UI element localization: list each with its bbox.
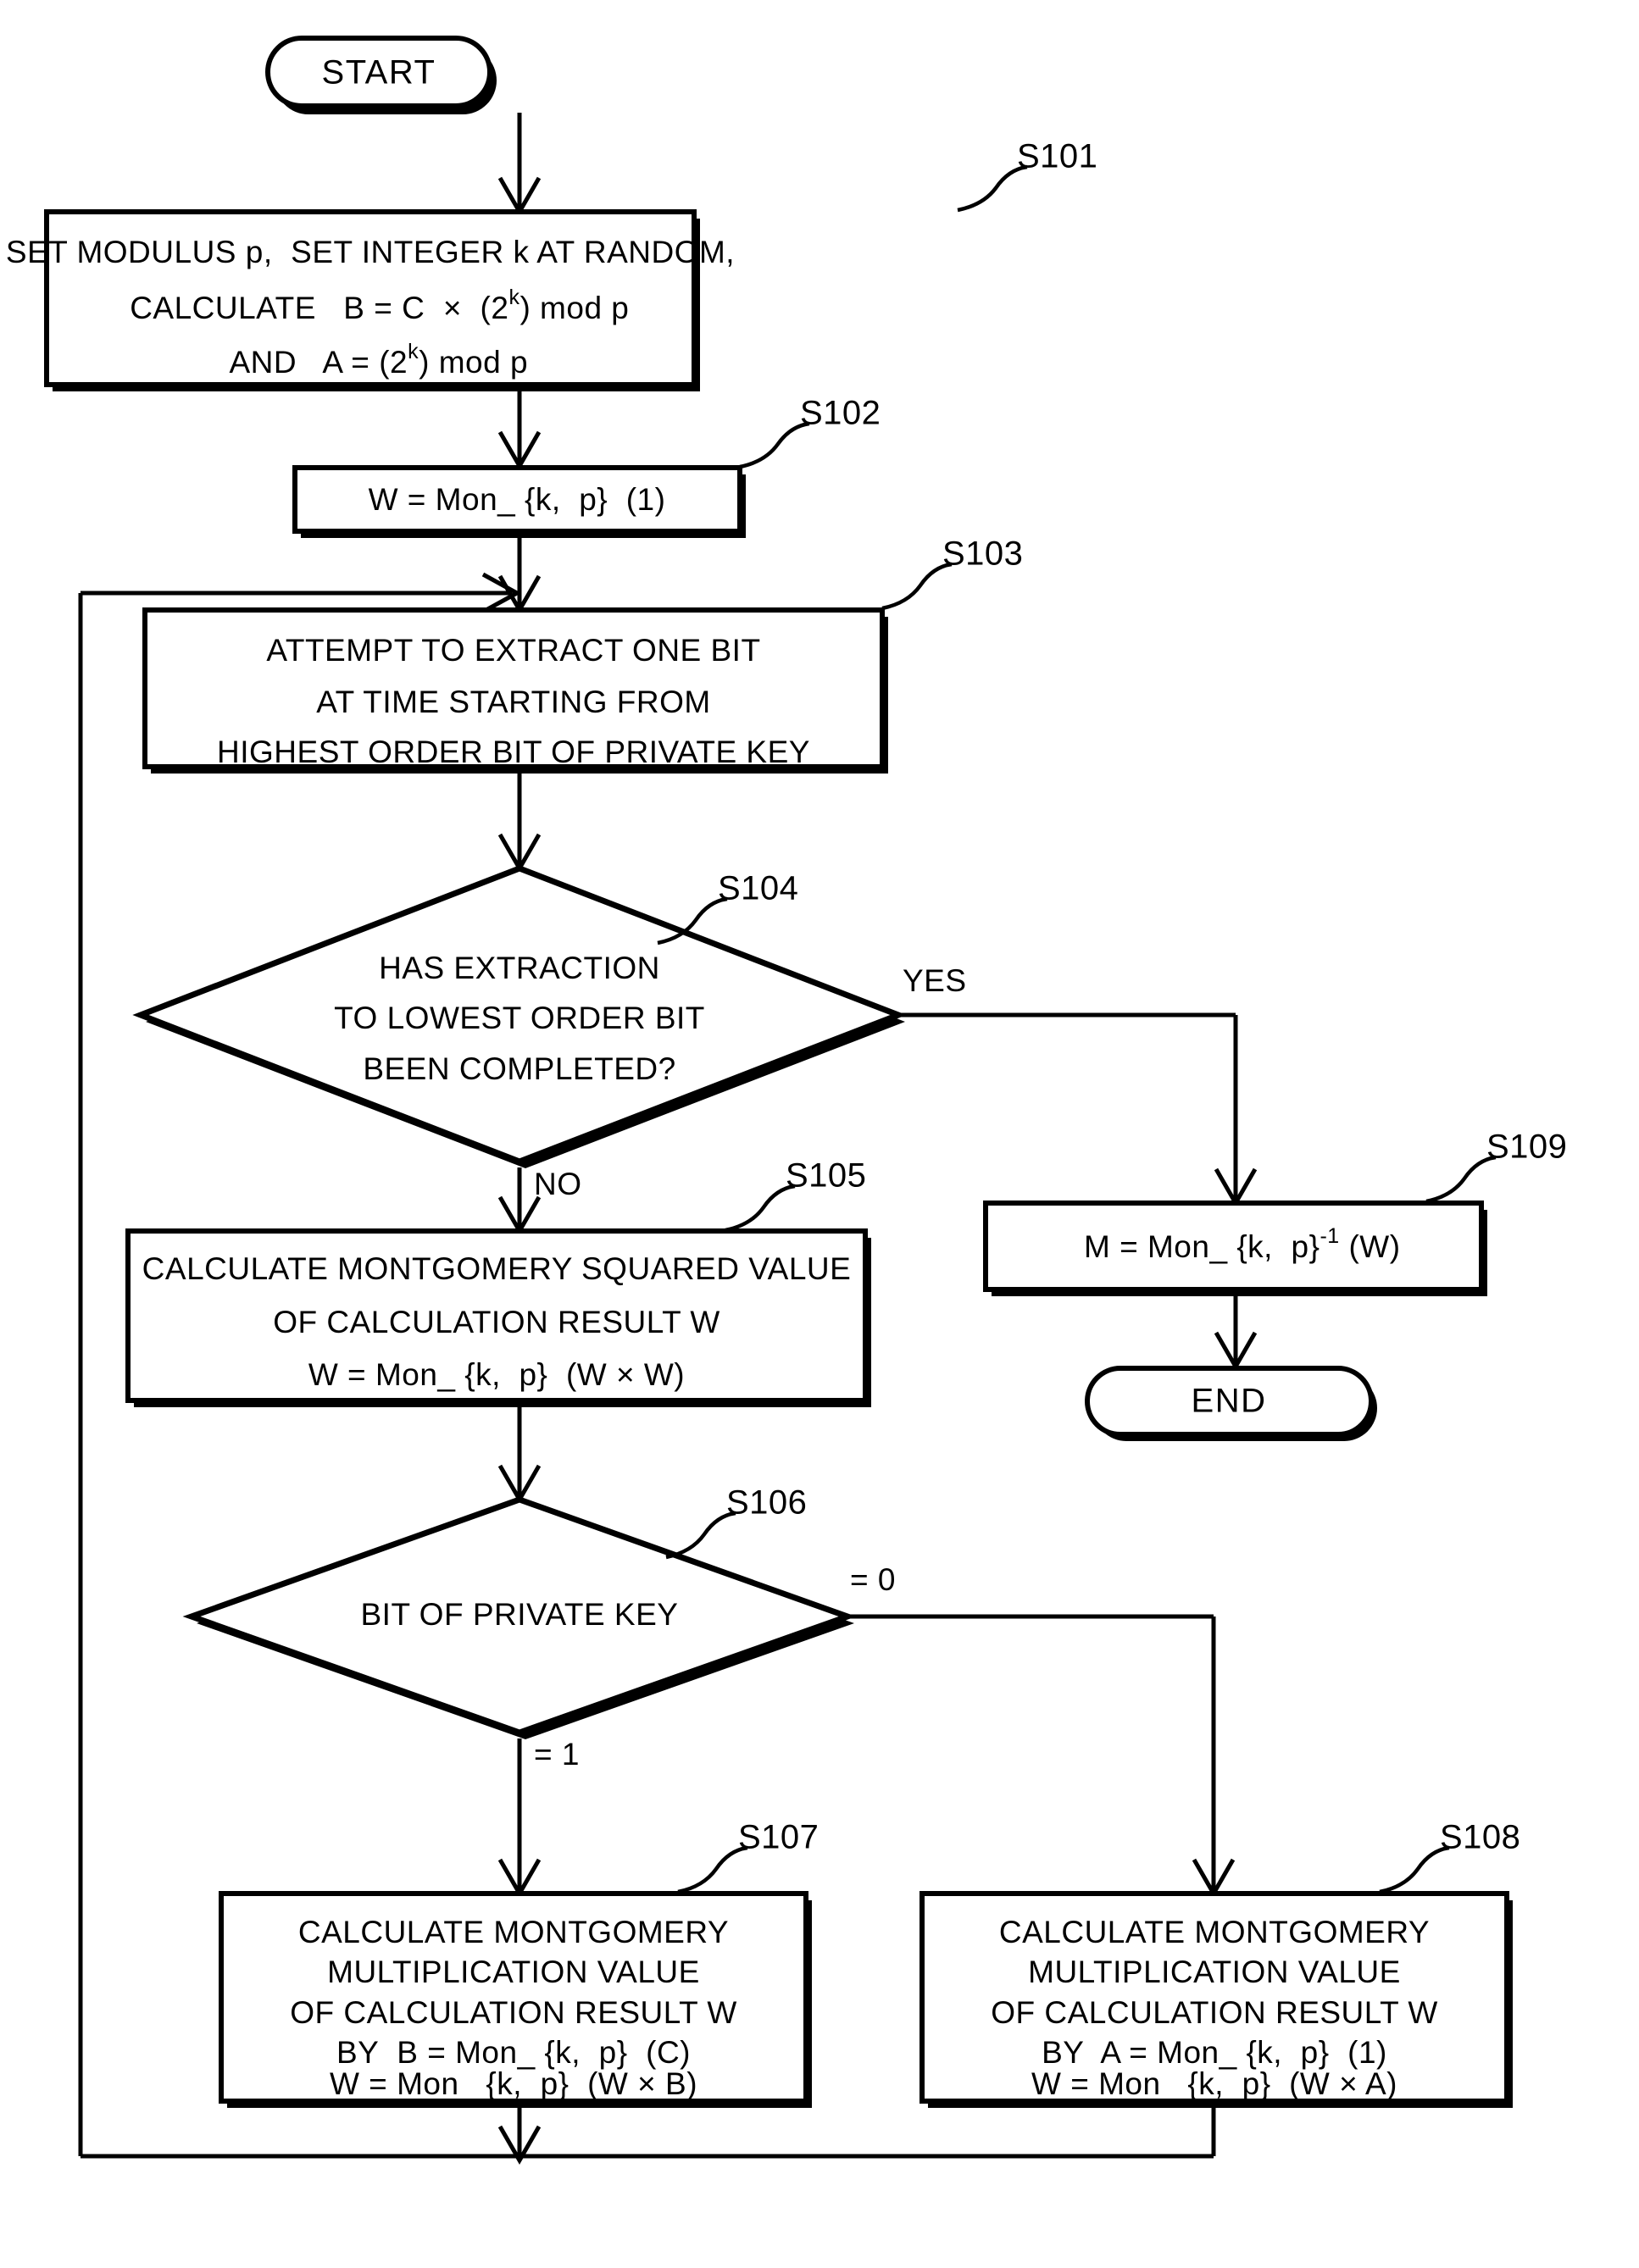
connector-s105-to-s106 [497,1406,542,1505]
terminal-end: END [1085,1366,1377,1441]
ref-label-s108: S108 [1379,1819,1520,1894]
ref-label-s102: S102 [739,395,881,469]
node-s104-line-3: BEEN COMPLETED? [363,1051,675,1086]
edge-label-no: NO [534,1167,582,1201]
node-s101-line-2b: ) mod p [519,291,629,325]
node-s109-line-a: M = Mon_ {k, p} [1084,1229,1320,1264]
node-s107-line-1: CALCULATE MONTGOMERY [298,1915,729,1949]
node-s105-line-3: W = Mon_ {k, p} (W × W) [308,1357,685,1392]
node-s108-line-2: MULTIPLICATION VALUE [1028,1955,1401,1989]
connector-s108-to-loop [519,2101,1216,2159]
connector-s104-yes-to-s109 [898,1012,1258,1208]
node-s103-line-2: AT TIME STARTING FROM [316,685,710,719]
node-s109-superscript: -1 [1320,1224,1339,1248]
ref-label-s106: S106 [665,1484,807,1560]
ref-label-s106-text: S106 [726,1484,807,1522]
ref-label-s107: S107 [677,1819,819,1894]
node-s105-line-1: CALCULATE MONTGOMERY SQUARED VALUE [142,1251,852,1286]
connector-loopback-into-s103 [81,572,522,614]
node-s103-line-1: ATTEMPT TO EXTRACT ONE BIT [266,633,760,668]
connector-s101-to-s102 [497,385,542,471]
node-s101-line-3b: ) mod p [419,345,528,380]
edge-label-yes: YES [903,963,967,998]
node-s109-line-b: (W) [1340,1229,1401,1264]
node-s101-line-2: CALCULATE B = C × (2k) mod p [66,286,675,325]
ref-label-s109: S109 [1425,1128,1567,1204]
connector-s106-zero-to-s108 [847,1614,1236,1899]
node-s104: HAS EXTRACTION TO LOWEST ORDER BIT BEEN … [132,865,907,1168]
node-s107-line-3: OF CALCULATION RESULT W [290,1995,737,2030]
terminal-start: START [265,36,497,114]
node-s107: CALCULATE MONTGOMERY MULTIPLICATION VALU… [219,1891,812,2108]
ref-label-s103-text: S103 [942,535,1023,573]
connector-s109-to-end [1214,1296,1258,1372]
node-s107-line-4: BY B = Mon_ {k, p} (C) [336,2035,691,2070]
node-s104-line-2: TO LOWEST ORDER BIT [334,1001,705,1035]
node-s104-line-1: HAS EXTRACTION [379,951,660,985]
ref-label-s101: S101 [957,138,1097,213]
node-s108-line-3: OF CALCULATION RESULT W [991,1995,1438,2030]
node-s109-line-1: M = Mon_ {k, p}-1 (W) [1020,1224,1447,1264]
node-s101-line-3: AND A = (2k) mod p [167,340,574,380]
ref-label-s108-text: S108 [1440,1819,1520,1856]
ref-label-s105-text: S105 [786,1157,866,1195]
ref-label-s101-text: S101 [1017,138,1097,175]
ref-label-s109-text: S109 [1486,1128,1567,1166]
node-s101-line-2a: CALCULATE B = C × (2 [130,291,508,325]
node-s103: ATTEMPT TO EXTRACT ONE BIT AT TIME START… [142,607,888,774]
node-s101-line-3-superscript: k [408,340,419,363]
node-s108-line-4: BY A = Mon_ {k, p} (1) [1042,2035,1387,2070]
node-s108-line-5: W = Mon_ {k, p} (W × A) [1031,2066,1397,2101]
node-s106-line-1: BIT OF PRIVATE KEY [361,1597,679,1632]
ref-label-s102-text: S102 [800,395,881,432]
terminal-end-label: END [1192,1383,1267,1420]
node-s101-line-3a: AND A = (2 [229,345,408,380]
edge-label-bit-zero: = 0 [850,1562,896,1597]
ref-label-s107-text: S107 [738,1819,819,1856]
connector-start-to-s101 [497,113,542,217]
flowchart-canvas: START SET MODULUS p, SET INTEGER k AT RA… [6,36,1567,2165]
node-s102: W = Mon_ {k, p} (1) [292,465,746,538]
ref-label-s105: S105 [725,1157,866,1233]
ref-label-s104-text: S104 [718,870,798,907]
ref-label-s103: S103 [881,535,1023,611]
node-s105-line-2: OF CALCULATION RESULT W [273,1305,720,1339]
node-s101: SET MODULUS p, SET INTEGER k AT RANDOM, … [6,209,735,391]
node-s108: CALCULATE MONTGOMERY MULTIPLICATION VALU… [920,1891,1513,2108]
connector-s107-to-loop [497,2101,542,2165]
terminal-start-label: START [322,54,436,91]
node-s106: BIT OF PRIVATE KEY [182,1496,857,1739]
node-s107-line-2: MULTIPLICATION VALUE [327,1955,700,1989]
node-s105: CALCULATE MONTGOMERY SQUARED VALUE OF CA… [125,1228,871,1407]
node-s101-line-2-superscript: k [508,286,519,309]
flowchart-diagram: START SET MODULUS p, SET INTEGER k AT RA… [0,0,1639,2268]
node-s109: M = Mon_ {k, p}-1 (W) [983,1201,1487,1296]
node-s103-line-3: HIGHEST ORDER BIT OF PRIVATE KEY [217,735,810,769]
node-s107-line-5: W = Mon_ {k, p} (W × B) [330,2066,697,2101]
node-s101-line-1: SET MODULUS p, SET INTEGER k AT RANDOM, [6,235,735,269]
node-s108-line-1: CALCULATE MONTGOMERY [999,1915,1430,1949]
connector-s103-to-s104 [497,771,542,873]
edge-label-bit-one: = 1 [534,1737,580,1772]
node-s102-line-1: W = Mon_ {k, p} (1) [369,482,666,517]
